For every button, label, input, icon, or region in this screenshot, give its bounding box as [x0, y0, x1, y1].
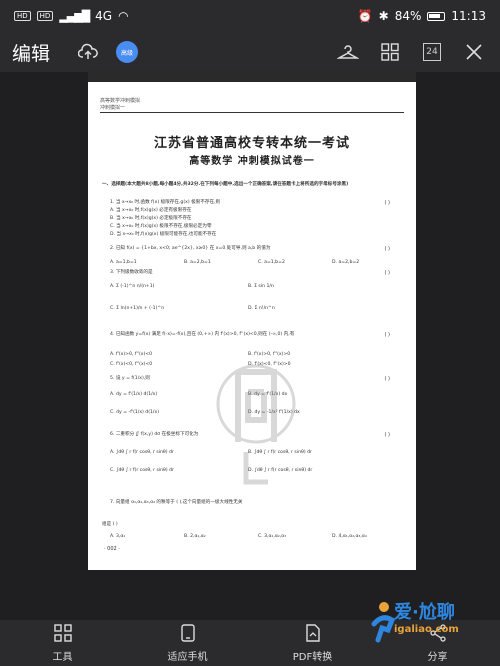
clock-time: 11:13: [451, 9, 486, 23]
pdf-convert-icon: [305, 623, 321, 646]
q1-option: D. 当 x→x₀ 时,f(x)g(x) 极限可能存在,也可能不存在: [110, 232, 217, 237]
bottom-bar-label: 适应手机: [167, 651, 208, 663]
q3-option: A. Σ (-1)^n n/(n+1): [110, 284, 155, 289]
q5-option: A. dy = f'(1/x) d(1/x): [110, 392, 158, 397]
q1-option: A. 当 x→x₀ 时,f(x)g(x) 必定有极限存在: [110, 208, 192, 213]
question-3: 3. 下列级数收敛的是: [110, 270, 153, 275]
q2-option: B. a=2,b=1: [184, 260, 211, 265]
page-count-button[interactable]: 24: [418, 38, 446, 66]
alarm-icon: ⏰: [357, 9, 373, 23]
status-left: HD HD ▂▄▆█ 4G ◠: [14, 9, 129, 23]
page-header: 高等数学冲刺模拟 冲刺模拟一: [100, 98, 140, 112]
bluetooth-icon: ✱: [378, 9, 389, 23]
document-page[interactable]: 高等数学冲刺模拟 冲刺模拟一 江苏省普通高校专转本统一考试 高等数学 冲刺模拟试…: [88, 70, 416, 570]
site-logo: 爱·尬聊 igaliao.com: [370, 596, 494, 656]
q2-option: C. a=1,b=2: [258, 260, 285, 265]
status-right: ⏰ ✱ 84% 11:13: [358, 9, 486, 23]
q2-option: A. a=1,b=1: [110, 260, 137, 265]
pdf-convert-button[interactable]: PDF转换: [250, 620, 375, 666]
q5-option: C. dy = -f'(1/x) d(1/x): [110, 410, 159, 415]
q4-option: C. f'(x)<0, f''(x)<0: [110, 362, 153, 367]
logo-text-cn: 爱·尬聊: [394, 602, 455, 623]
hd-chip: HD: [36, 11, 54, 21]
tools-grid-icon: [53, 623, 72, 646]
q4-option: A. f'(x)>0, f''(x)<0: [110, 352, 153, 357]
tools-button[interactable]: 工具: [0, 620, 125, 666]
q1-option: B. 当 x→x₀ 时,f(x)g(x) 必定极限不存在: [110, 216, 192, 221]
close-icon[interactable]: [460, 38, 488, 66]
mascot-icon: [371, 602, 396, 643]
network-type: 4G: [95, 9, 113, 23]
q7-option: A. 3,α₁: [110, 534, 126, 539]
header-rule: [100, 112, 404, 113]
header-line: 冲刺模拟一: [100, 105, 126, 111]
answer-paren: ( ): [384, 200, 391, 206]
hd-chip: HD: [14, 11, 31, 21]
q7-option: C. 3,α₁,α₂,α₃: [258, 534, 287, 539]
wifi-icon: ◠: [118, 9, 129, 23]
grid-icon[interactable]: [376, 38, 404, 66]
q3-option: B. Σ sin 1/n: [248, 284, 274, 289]
bottom-bar-label: PDF转换: [292, 651, 333, 663]
q7-option: D. 4,α₁,α₂,α₃,α₄: [332, 534, 367, 539]
answer-paren: ( ): [384, 432, 391, 438]
status-bar: HD HD ▂▄▆█ 4G ◠ ⏰ ✱ 84% 11:13: [0, 0, 500, 32]
q6-option: C. ∫dθ ∫ r f(r cosθ, r sinθ) dr: [110, 468, 174, 473]
question-7: 7. 向量组 α₁,α₂,α₃,α₄ 的秩等于 ( ),这个向量组的一极大线性无…: [110, 500, 243, 505]
fit-phone-button[interactable]: 适应手机: [125, 620, 250, 666]
answer-paren: ( ): [384, 270, 391, 276]
q1-option: C. 当 x→x₀ 时,f(x)g(x) 极限不存在,极限必定为零: [110, 224, 212, 229]
premium-badge-button[interactable]: 高级: [116, 41, 139, 63]
battery-icon: [427, 11, 446, 21]
q6-option: A. ∫dθ ∫ r f(r cosθ, r sinθ) dr: [110, 450, 174, 455]
q7-option: B. 2,α₁,α₂: [184, 534, 206, 539]
signal-icon: ▂▄▆█: [59, 9, 90, 23]
answer-paren: ( ): [384, 246, 391, 252]
hanger-icon[interactable]: [334, 38, 362, 66]
top-toolbar: 编辑 高级 24: [0, 32, 500, 72]
question-7-tail: 组是 ( ): [102, 522, 118, 527]
answer-paren: ( ): [384, 332, 391, 338]
upload-cloud-icon[interactable]: [74, 38, 102, 66]
answer-paren: ( ): [384, 376, 391, 382]
question-6: 6. 二重积分 ∬ f(x,y) dσ 在极坐标下可化为: [110, 432, 199, 437]
question-2: 2. 已知 f(x) = {1+bx, x<0; ae^{2x}, x≥0} 在…: [110, 246, 271, 251]
page-top-border: [88, 70, 416, 84]
page-count: 24: [423, 43, 441, 61]
question-1: 1. 当 x→x₀ 时,函数 f(x) 极限存在,g(x) 极限不存在,则: [110, 200, 221, 205]
question-5: 5. 设 y = f(1/x),则: [110, 376, 150, 381]
doc-subtitle: 高等数学 冲刺模拟试卷一: [189, 156, 315, 167]
edit-button[interactable]: 编辑: [12, 39, 50, 66]
battery-percent: 84%: [394, 9, 422, 23]
page-footer: · 002 ·: [104, 546, 120, 552]
bottom-bar-label: 工具: [52, 651, 73, 663]
doc-title: 江苏省普通高校专转本统一考试: [153, 136, 350, 151]
q3-option: D. Σ n!/n^n: [248, 306, 275, 311]
phone-fit-icon: [180, 623, 195, 646]
header-line: 高等数学冲刺模拟: [100, 98, 141, 104]
q2-option: D. a=2,b=2: [332, 260, 360, 265]
q3-option: C. Σ ln(n+1)/n + (-1)^n: [110, 306, 165, 311]
logo-url: igaliao.com: [394, 624, 459, 635]
watermark-logo-icon: [216, 364, 296, 485]
section-intro: 一、选择题(本大题共8小题,每小题4分,共32分.在下列每小题中,选出一个正确答…: [102, 182, 349, 187]
